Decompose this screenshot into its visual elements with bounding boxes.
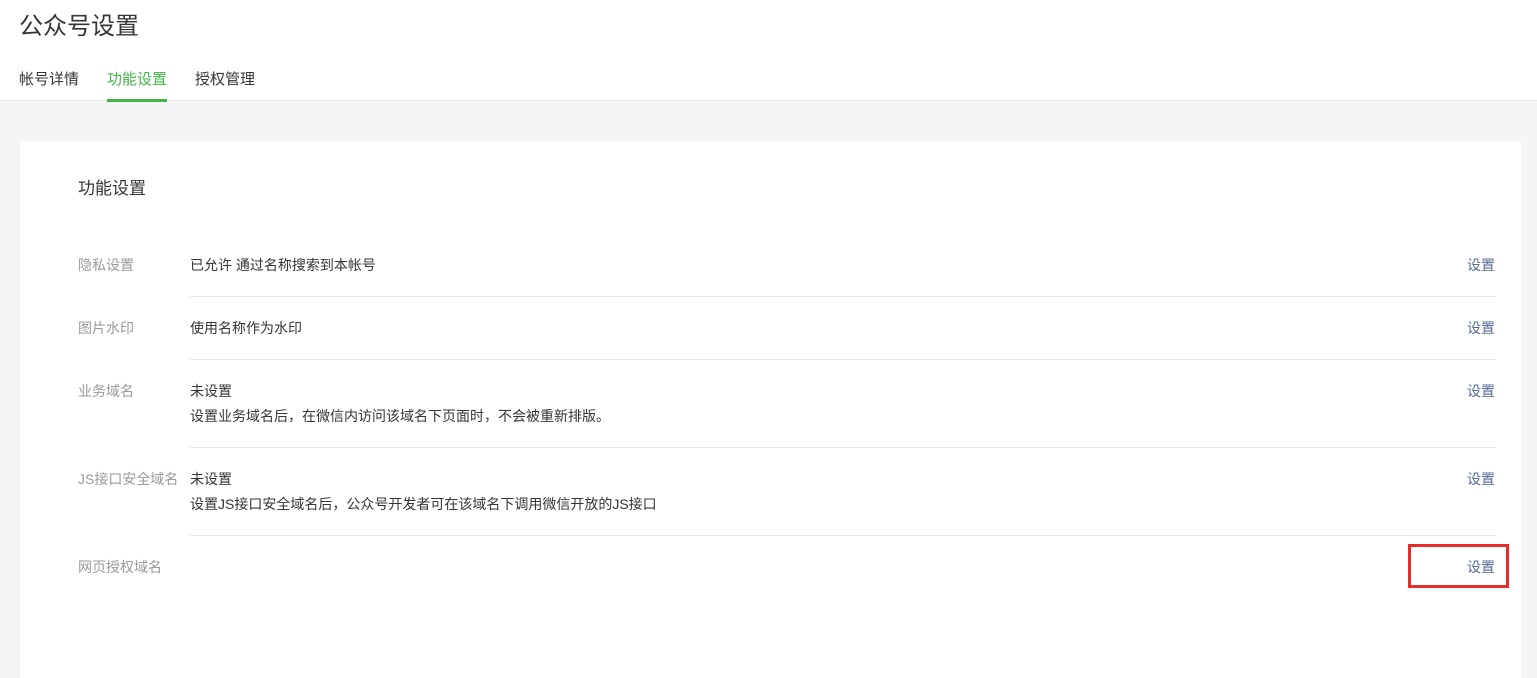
- settings-row-watermark: 图片水印使用名称作为水印 设置: [20, 297, 1521, 360]
- row-value: 已允许 通过名称搜索到本帐号: [190, 255, 376, 275]
- row-label: JS接口安全域名: [78, 448, 190, 536]
- row-action: 设置: [1467, 381, 1495, 401]
- tab-feature-settings[interactable]: 功能设置: [107, 70, 167, 102]
- settings-row-privacy: 隐私设置已允许 通过名称搜索到本帐号 设置: [20, 234, 1521, 297]
- row-value: 未设置: [190, 469, 657, 489]
- row-body: 未设置设置JS接口安全域名后，公众号开发者可在该域名下调用微信开放的JS接口 设置: [190, 448, 1495, 536]
- settings-rows: 隐私设置已允许 通过名称搜索到本帐号设置图片水印使用名称作为水印设置业务域名未设…: [20, 234, 1521, 598]
- row-body: 使用名称作为水印 设置: [190, 297, 1495, 360]
- row-body: 未设置设置业务域名后，在微信内访问该域名下页面时，不会被重新排版。 设置: [190, 360, 1495, 448]
- set-button-business-domain[interactable]: 设置: [1467, 381, 1495, 401]
- row-content: 未设置设置业务域名后，在微信内访问该域名下页面时，不会被重新排版。: [190, 381, 610, 426]
- set-button-privacy[interactable]: 设置: [1467, 255, 1495, 275]
- set-button-js-api-domain[interactable]: 设置: [1467, 469, 1495, 489]
- row-action: 设置: [1467, 557, 1495, 577]
- row-label: 图片水印: [78, 297, 190, 360]
- settings-row-oauth-domain: 网页授权域名 设置: [20, 536, 1521, 598]
- row-desc: 设置JS接口安全域名后，公众号开发者可在该域名下调用微信开放的JS接口: [190, 494, 657, 514]
- row-action: 设置: [1467, 255, 1495, 275]
- content-area: 功能设置 隐私设置已允许 通过名称搜索到本帐号设置图片水印使用名称作为水印设置业…: [0, 141, 1537, 678]
- row-value: 使用名称作为水印: [190, 318, 302, 338]
- row-label: 网页授权域名: [78, 536, 190, 598]
- settings-row-business-domain: 业务域名未设置设置业务域名后，在微信内访问该域名下页面时，不会被重新排版。 设置: [20, 360, 1521, 448]
- row-label: 隐私设置: [78, 234, 190, 297]
- row-desc: 设置业务域名后，在微信内访问该域名下页面时，不会被重新排版。: [190, 406, 610, 426]
- tab-authorization[interactable]: 授权管理: [195, 70, 255, 102]
- row-content: 已允许 通过名称搜索到本帐号: [190, 255, 376, 275]
- row-body: 设置: [190, 536, 1495, 598]
- page-header: 公众号设置 帐号详情功能设置授权管理: [0, 0, 1537, 101]
- settings-card: 功能设置 隐私设置已允许 通过名称搜索到本帐号设置图片水印使用名称作为水印设置业…: [20, 141, 1521, 678]
- row-content: 未设置设置JS接口安全域名后，公众号开发者可在该域名下调用微信开放的JS接口: [190, 469, 657, 514]
- settings-row-js-api-domain: JS接口安全域名未设置设置JS接口安全域名后，公众号开发者可在该域名下调用微信开…: [20, 448, 1521, 536]
- tab-bar: 帐号详情功能设置授权管理: [19, 70, 1537, 100]
- mp-settings-page: 公众号设置 帐号详情功能设置授权管理 功能设置 隐私设置已允许 通过名称搜索到本…: [0, 0, 1537, 678]
- row-body: 已允许 通过名称搜索到本帐号 设置: [190, 234, 1495, 297]
- section-title: 功能设置: [20, 177, 1521, 201]
- row-label: 业务域名: [78, 360, 190, 448]
- tab-account-details[interactable]: 帐号详情: [19, 70, 79, 102]
- page-title: 公众号设置: [19, 10, 1537, 44]
- set-button-oauth-domain[interactable]: 设置: [1467, 557, 1495, 577]
- row-action: 设置: [1467, 318, 1495, 338]
- row-content: 使用名称作为水印: [190, 318, 302, 338]
- set-button-watermark[interactable]: 设置: [1467, 318, 1495, 338]
- row-value: 未设置: [190, 381, 610, 401]
- row-action: 设置: [1467, 469, 1495, 489]
